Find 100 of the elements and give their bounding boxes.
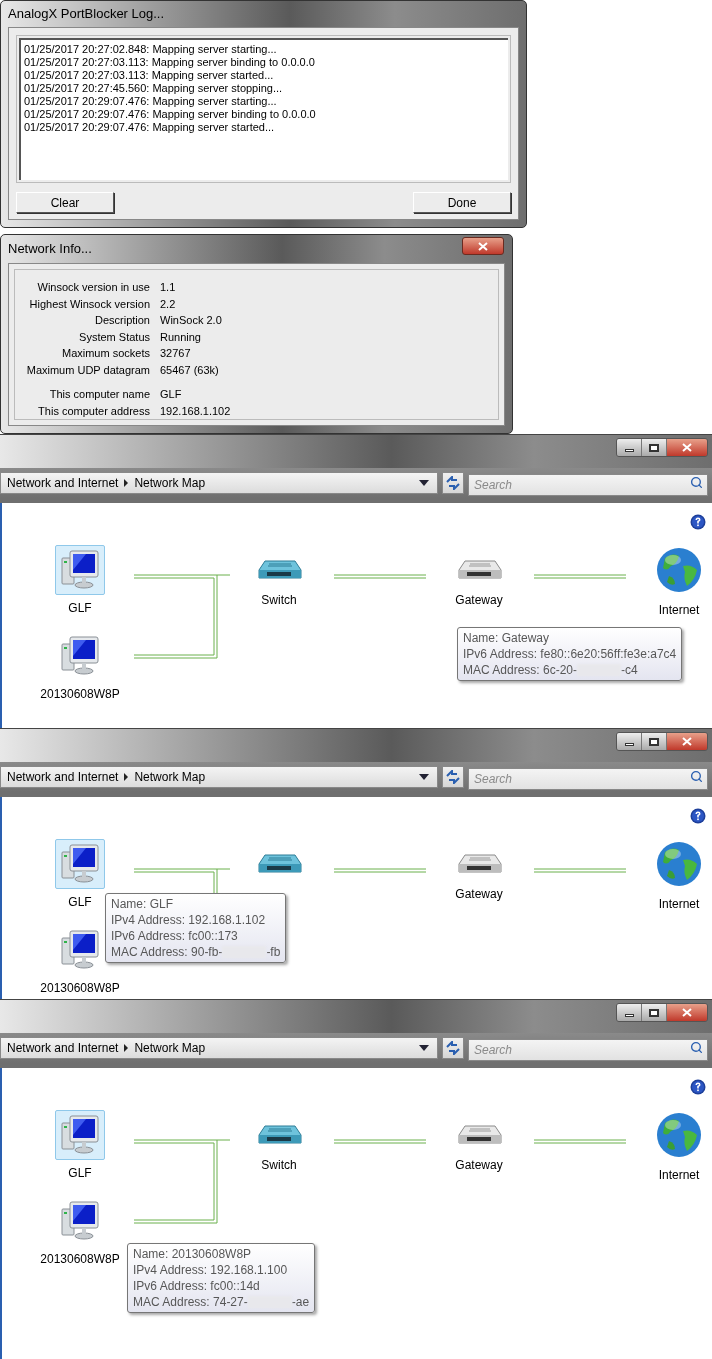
computer-icon: [58, 548, 102, 592]
search-icon: [690, 1041, 703, 1054]
dropdown-caret-icon[interactable]: [419, 480, 429, 486]
search-field[interactable]: Search: [468, 474, 708, 496]
info-label: System Status: [78, 329, 151, 345]
maximize-button[interactable]: [642, 439, 667, 456]
close-icon: [682, 443, 692, 452]
close-button[interactable]: [462, 237, 504, 255]
globe-icon: [655, 1111, 703, 1159]
dropdown-caret-icon[interactable]: [419, 774, 429, 780]
log-line: 01/25/2017 20:27:45.560: Mapping server stopping...: [24, 82, 284, 95]
tooltip-line: IPv6 Address: fc00::14d: [133, 1278, 261, 1294]
tooltip-line: MAC Address: 90-fb-: [111, 944, 223, 960]
tooltip-line: -c4: [621, 662, 638, 678]
address-bar[interactable]: Network and Internet Network Map: [0, 766, 438, 788]
minimize-button[interactable]: [617, 733, 642, 750]
breadcrumb-item[interactable]: Network and Internet: [7, 474, 119, 492]
log-line: 01/25/2017 20:29:07.476: Mapping server started...: [24, 121, 276, 134]
breadcrumb-item[interactable]: Network and Internet: [7, 1039, 119, 1057]
dialog-title: AnalogX PortBlocker Log...: [8, 5, 165, 24]
search-field[interactable]: Search: [468, 1039, 708, 1061]
node-label: Internet: [658, 1167, 700, 1184]
info-value: 2.2: [160, 296, 176, 312]
info-label: Winsock version in use: [36, 280, 151, 295]
dialog-button[interactable]: Clear: [16, 192, 114, 213]
node-label: Gateway: [455, 1157, 503, 1174]
breadcrumb-item[interactable]: Network Map: [134, 1039, 206, 1057]
tooltip-line: MAC Address: 74-27-: [133, 1294, 248, 1310]
close-icon: [478, 241, 488, 251]
node-label: Gateway: [455, 592, 503, 609]
node-label: Internet: [658, 896, 700, 913]
tooltip-line: Name: 20130608W8P: [133, 1246, 253, 1262]
info-value: 65467 (63k): [160, 362, 219, 378]
network-node[interactable]: [55, 545, 105, 595]
tooltip-line: IPv6 Address: fc00::173: [111, 928, 239, 944]
help-icon[interactable]: [690, 514, 706, 530]
dialog-title: Network Info...: [8, 240, 92, 259]
computer-icon: [58, 1199, 102, 1243]
info-label: Highest Winsock version: [28, 296, 151, 312]
search-icon: [690, 476, 703, 489]
log-line: 01/25/2017 20:27:03.113: Mapping server binding to 0.0.0.0: [24, 56, 316, 69]
info-label: Maximum UDP datagram: [25, 362, 151, 378]
tooltip-line: Name: Gateway: [463, 630, 551, 646]
info-value: 1.1: [160, 280, 176, 295]
close-button[interactable]: [667, 1004, 707, 1021]
tooltip-line: IPv6 Address: fe80::6e20:56ff:fe3e:a7c4: [463, 646, 677, 662]
address-bar[interactable]: Network and Internet Network Map: [0, 1037, 438, 1059]
refresh-button[interactable]: [442, 472, 464, 494]
tooltip-line: -fb: [266, 944, 281, 960]
dialog-button[interactable]: Done: [413, 192, 511, 213]
tooltip-line: IPv4 Address: 192.168.1.102: [111, 912, 267, 928]
refresh-icon: [445, 770, 461, 784]
minimize-button[interactable]: [617, 439, 642, 456]
tooltip-line: MAC Address: 6c-20-: [463, 662, 578, 678]
close-button[interactable]: [667, 733, 707, 750]
breadcrumb-item[interactable]: Network Map: [134, 768, 206, 786]
network-node[interactable]: [55, 1110, 105, 1160]
help-icon[interactable]: [690, 1079, 706, 1095]
close-icon: [682, 737, 692, 746]
node-label: 20130608W8P: [40, 686, 120, 703]
dropdown-caret-icon[interactable]: [419, 1045, 429, 1051]
globe-icon: [655, 840, 703, 888]
info-label: Maximum sockets: [60, 346, 151, 361]
close-button[interactable]: [667, 439, 707, 456]
node-label: Switch: [261, 592, 297, 609]
breadcrumb-item[interactable]: Network Map: [134, 474, 206, 492]
network-node[interactable]: [55, 839, 105, 889]
help-icon[interactable]: [690, 808, 706, 824]
info-value: Running: [160, 329, 201, 345]
close-icon: [682, 1008, 692, 1017]
tooltip-line: -ae: [291, 1294, 310, 1310]
computer-icon: [58, 928, 102, 972]
search-field[interactable]: Search: [468, 768, 708, 790]
breadcrumb-item[interactable]: Network and Internet: [7, 768, 119, 786]
info-label: Description: [93, 313, 151, 328]
refresh-button[interactable]: [442, 766, 464, 788]
log-line: 01/25/2017 20:27:02.848: Mapping server starting...: [24, 43, 278, 56]
computer-icon: [58, 634, 102, 678]
info-value: 32767: [160, 346, 191, 361]
log-line: 01/25/2017 20:29:07.476: Mapping server binding to 0.0.0.0: [24, 108, 317, 121]
tooltip-line: Name: GLF: [111, 896, 174, 912]
node-label: GLF: [68, 600, 92, 617]
node-label: Switch: [261, 1157, 297, 1174]
tooltip-line: IPv4 Address: 192.168.1.100: [133, 1262, 289, 1278]
maximize-button[interactable]: [642, 733, 667, 750]
search-icon: [690, 770, 703, 783]
computer-icon: [58, 842, 102, 886]
refresh-button[interactable]: [442, 1037, 464, 1059]
refresh-icon: [445, 476, 461, 490]
log-text-area[interactable]: [19, 38, 508, 180]
node-label: GLF: [68, 894, 92, 911]
log-line: 01/25/2017 20:27:03.113: Mapping server started...: [24, 69, 275, 82]
globe-icon: [655, 546, 703, 594]
log-line: 01/25/2017 20:29:07.476: Mapping server starting...: [24, 95, 278, 108]
info-label: This computer address: [37, 403, 151, 419]
node-label: 20130608W8P: [40, 1251, 120, 1268]
node-label: Gateway: [455, 886, 503, 903]
maximize-button[interactable]: [642, 1004, 667, 1021]
minimize-button[interactable]: [617, 1004, 642, 1021]
address-bar[interactable]: Network and Internet Network Map: [0, 472, 438, 494]
